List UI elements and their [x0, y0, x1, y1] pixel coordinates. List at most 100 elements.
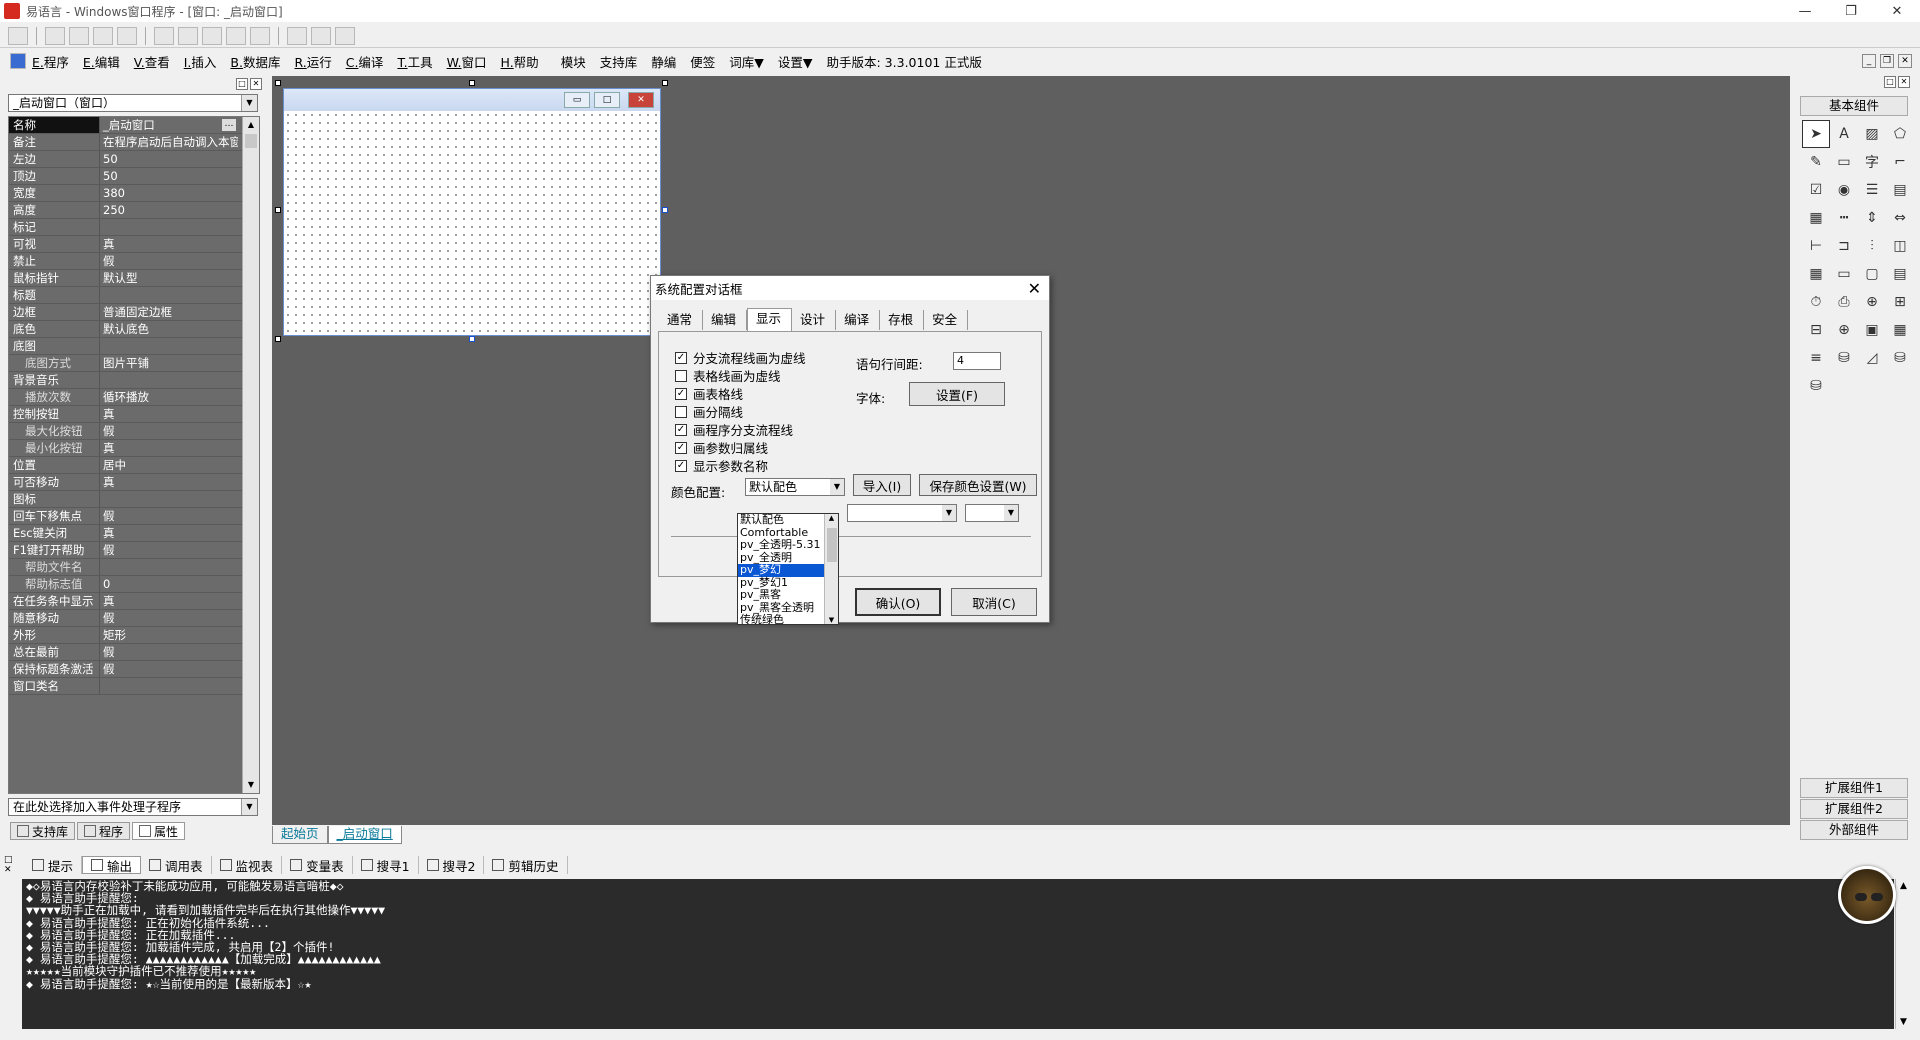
property-value[interactable]: 假 — [100, 661, 238, 677]
property-value[interactable]: 默认底色 — [100, 321, 238, 337]
dropdown-option[interactable]: pv_梦幻 — [738, 564, 838, 577]
listview-icon[interactable]: ▦ — [1802, 204, 1830, 232]
property-value[interactable] — [100, 287, 238, 303]
ellipsis-button[interactable]: … — [222, 119, 236, 131]
resize-handle[interactable] — [662, 80, 668, 86]
align-left-icon[interactable] — [45, 26, 65, 45]
checkbox[interactable]: ✓ — [675, 459, 687, 472]
save-icon[interactable] — [8, 26, 28, 45]
color-value-select[interactable]: ▼ — [965, 504, 1019, 522]
property-row[interactable]: 底色 默认底色 — [9, 321, 259, 338]
scroll-down-icon[interactable]: ▼ — [243, 777, 259, 793]
scroll-up-icon[interactable]: ▲ — [1900, 881, 1907, 891]
tab-watch-table[interactable]: 监视表 — [212, 856, 283, 874]
property-row[interactable]: 禁止假 — [9, 253, 259, 270]
cursor-icon[interactable]: ➤ — [1802, 120, 1830, 148]
resize-handle[interactable] — [469, 80, 475, 86]
property-value[interactable]: 假 — [100, 423, 238, 439]
table-icon[interactable]: ▦ — [1886, 316, 1914, 344]
property-row[interactable]: 外形 矩形 — [9, 627, 259, 644]
tab-security[interactable]: 安全 — [924, 310, 969, 330]
align-top-icon[interactable] — [93, 26, 113, 45]
dropdown-option[interactable]: 默认配色 — [738, 514, 838, 527]
ok-button[interactable]: 确认(O) — [855, 588, 941, 616]
color-item-select[interactable]: ▼ — [847, 504, 957, 522]
tab-general[interactable]: 通常 — [659, 310, 704, 330]
doc-icon[interactable]: ▤ — [1886, 260, 1914, 288]
property-value[interactable]: 250 — [100, 202, 238, 218]
chevron-down-icon[interactable]: ▼ — [830, 479, 844, 495]
panel-icon[interactable]: ◫ — [1886, 232, 1914, 260]
mdi-restore-icon[interactable]: ❐ — [1880, 54, 1894, 68]
property-row[interactable]: 标题 — [9, 287, 259, 304]
property-row[interactable]: 在任务条中显示真 — [9, 593, 259, 610]
color-config-select[interactable]: 默认配色 ▼ — [745, 478, 845, 496]
output-scrollbar[interactable]: ▲ ▼ — [1895, 879, 1913, 1029]
menu-run[interactable]: R.运行 — [294, 52, 331, 71]
property-row[interactable]: 宽度 380 — [9, 185, 259, 202]
property-row[interactable]: 位置 居中 — [9, 457, 259, 474]
maximize-button[interactable]: ❐ — [1828, 0, 1874, 22]
scroll-thumb[interactable] — [827, 528, 837, 562]
radio-icon[interactable]: ◉ — [1830, 176, 1858, 204]
property-row[interactable]: 播放次数 循环播放 — [9, 389, 259, 406]
checkbox[interactable]: ✓ — [675, 387, 687, 400]
mdi-close-icon[interactable]: ✕ — [1898, 54, 1912, 68]
shape-icon[interactable]: ⬠ — [1886, 120, 1914, 148]
property-row[interactable]: 帮助文件名 — [9, 559, 259, 576]
tab-output[interactable]: 输出 — [82, 856, 142, 874]
input-icon[interactable]: ▭ — [1830, 260, 1858, 288]
menu-compile[interactable]: C.编译 — [346, 52, 384, 71]
pin-icon[interactable]: □ — [1884, 76, 1896, 88]
property-row[interactable]: 帮助标志值 0 — [9, 576, 259, 593]
vscroll-icon[interactable]: ⇕ — [1858, 204, 1886, 232]
property-value[interactable] — [100, 219, 238, 235]
property-row[interactable]: 窗口类名 — [9, 678, 259, 695]
cancel-button[interactable]: 取消(C) — [951, 588, 1037, 616]
tab-stub[interactable]: 存根 — [880, 310, 925, 330]
property-value[interactable]: 真 — [100, 525, 238, 541]
property-row[interactable]: 名称 _启动窗口… — [9, 117, 259, 134]
database-icon[interactable]: ⛁ — [1830, 344, 1858, 372]
property-row[interactable]: 备注 在程序启动后自动调入本窗 — [9, 134, 259, 151]
pin-icon[interactable]: □ — [236, 78, 248, 90]
property-row[interactable]: Esc键关闭真 — [9, 525, 259, 542]
scroll-down-icon[interactable]: ▼ — [825, 616, 838, 624]
property-row[interactable]: 可视真 — [9, 236, 259, 253]
chevron-down-icon[interactable]: ▼ — [241, 95, 257, 111]
chart-icon[interactable]: ⊕ — [1830, 316, 1858, 344]
menu-program[interactable]: E.程序 — [32, 52, 69, 71]
property-row[interactable]: 保持标题条激活假 — [9, 661, 259, 678]
dropdown-option[interactable]: 传统绿色 — [738, 614, 838, 624]
close-icon[interactable]: ✕ — [1028, 279, 1041, 298]
chevron-down-icon[interactable]: ▼ — [241, 799, 257, 815]
property-value[interactable]: 50 — [100, 168, 238, 184]
property-value[interactable] — [100, 338, 238, 354]
chevron-down-icon[interactable]: ▼ — [1004, 505, 1018, 521]
tab-startup-window[interactable]: _启动窗口 — [327, 826, 402, 844]
menu-notes[interactable]: 便签 — [690, 52, 715, 71]
menu-tools[interactable]: T.工具 — [397, 52, 432, 71]
property-value[interactable] — [100, 559, 238, 575]
property-value[interactable]: 默认型 — [100, 270, 238, 286]
button-icon[interactable]: ▢ — [1858, 260, 1886, 288]
checkbox-row[interactable]: 表格线画为虚线 — [675, 366, 781, 385]
align-right-icon[interactable] — [69, 26, 89, 45]
scroll-up-icon[interactable]: ▲ — [243, 117, 259, 133]
checkbox[interactable]: ✓ — [675, 423, 687, 436]
list-tree-icon[interactable]: ≡ — [1802, 344, 1830, 372]
hierarchy-icon[interactable]: ⊟ — [1802, 316, 1830, 344]
resize-handle[interactable] — [275, 80, 281, 86]
property-value[interactable]: 真 — [100, 440, 238, 456]
property-row[interactable]: 控制按钮真 — [9, 406, 259, 423]
resize-handle[interactable] — [275, 207, 281, 213]
menu-static-compile[interactable]: 静编 — [651, 52, 676, 71]
list-icon[interactable]: ☰ — [1858, 176, 1886, 204]
property-value[interactable]: 假 — [100, 253, 238, 269]
tab-search-2[interactable]: 搜寻2 — [419, 856, 485, 874]
property-row[interactable]: 随意移动假 — [9, 610, 259, 627]
property-row[interactable]: 鼠标指针 默认型 — [9, 270, 259, 287]
bracket-icon[interactable]: ⊐ — [1830, 232, 1858, 260]
property-row[interactable]: 左边 50 — [9, 151, 259, 168]
property-row[interactable]: 背景音乐 — [9, 372, 259, 389]
